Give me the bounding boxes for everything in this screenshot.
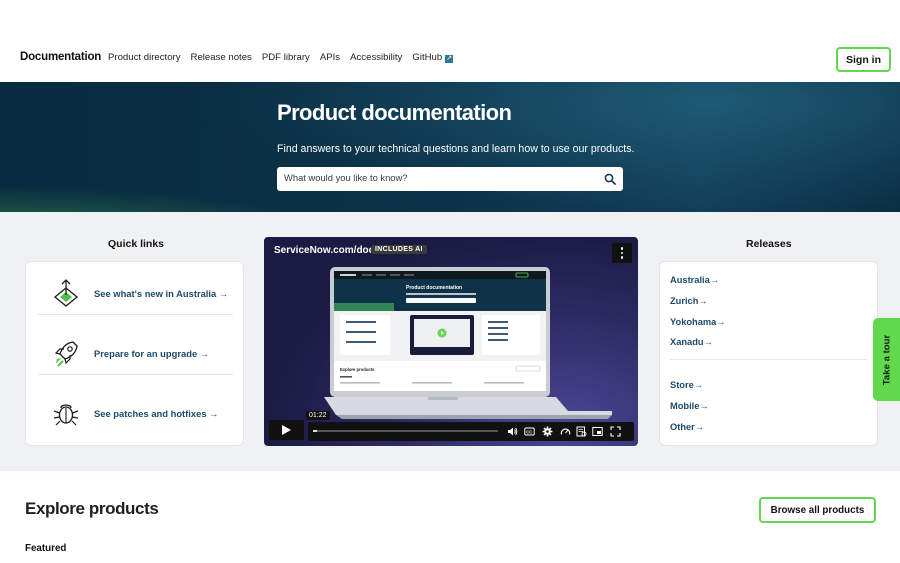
nav-link-github[interactable]: GitHub ↗: [412, 52, 454, 63]
laptop-screen-title: Product documentation: [406, 285, 462, 291]
external-link-icon: ↗: [445, 55, 454, 63]
bug-icon: [53, 404, 79, 426]
featured-heading: Featured: [25, 543, 67, 554]
quick-link-label: Prepare for an upgrade →: [94, 347, 210, 359]
video-progress-fill: [313, 430, 317, 432]
rocket-icon: [54, 341, 78, 367]
kebab-menu-icon[interactable]: [612, 243, 632, 263]
brand-documentation[interactable]: Documentation: [20, 51, 101, 63]
volume-icon[interactable]: [507, 426, 518, 437]
release-diamond-icon: [53, 279, 79, 307]
settings-gear-icon[interactable]: [542, 426, 553, 437]
releases-title: Releases: [746, 238, 792, 250]
release-link-mobile[interactable]: Mobile→: [670, 401, 709, 411]
video-time: 01:22: [306, 411, 330, 420]
quick-link-label: See what's new in Australia →: [94, 287, 229, 299]
nav-link-product-directory[interactable]: Product directory: [108, 52, 181, 63]
quick-links-title: Quick links: [108, 238, 165, 250]
nav-link-accessibility[interactable]: Accessibility: [350, 52, 402, 63]
search-box: [277, 167, 623, 191]
quick-link-label: See patches and hotfixes →: [94, 407, 219, 419]
svg-text:CC: CC: [526, 430, 532, 435]
hero-subtitle: Find answers to your technical questions…: [277, 143, 635, 155]
playback-speed-icon[interactable]: [560, 426, 571, 437]
quick-link-patches[interactable]: See patches and hotfixes →: [26, 384, 243, 442]
page-title: Product documentation: [277, 100, 512, 125]
search-icon[interactable]: [604, 173, 616, 185]
hero-banner: Product documentation Find answers to yo…: [0, 82, 900, 212]
nav-link-pdf-library[interactable]: PDF library: [262, 52, 310, 63]
video-progress-bar[interactable]: [313, 430, 498, 432]
top-navigation: Documentation Product directory Release …: [0, 0, 900, 82]
release-link-xanadu[interactable]: Xanadu→: [670, 337, 713, 347]
nav-link-apis[interactable]: APIs: [320, 52, 340, 63]
fullscreen-icon[interactable]: [610, 426, 621, 437]
transcript-icon[interactable]: [576, 426, 587, 437]
divider: [670, 359, 867, 360]
quick-links-card: See what's new in Australia → Prepare fo…: [25, 261, 244, 446]
divider: [38, 374, 233, 375]
nav-links: Product directory Release notes PDF libr…: [108, 52, 454, 63]
explore-products-heading: Explore products: [25, 499, 159, 518]
video-control-bar: CC: [308, 422, 634, 441]
video-badge: INCLUDES AI: [371, 245, 427, 254]
search-input[interactable]: [284, 172, 584, 183]
release-link-yokohama[interactable]: Yokohama→: [670, 317, 726, 327]
captions-icon[interactable]: CC: [524, 426, 535, 437]
browse-all-products-button[interactable]: Browse all products: [759, 497, 876, 523]
take-a-tour-label: Take a tour: [881, 334, 892, 385]
sign-in-button[interactable]: Sign in: [836, 47, 891, 72]
nav-link-github-label: GitHub: [412, 52, 443, 63]
releases-card: Australia→ Zurich→ Yokohama→ Xanadu→ Sto…: [659, 261, 878, 446]
play-button[interactable]: [269, 420, 304, 440]
laptop-screenshot: Product documentation Explore products: [324, 267, 612, 419]
release-link-australia[interactable]: Australia→: [670, 275, 719, 285]
video-player[interactable]: ServiceNow.com/docs INCLUDES AI Product …: [264, 237, 638, 446]
video-title: ServiceNow.com/docs: [274, 245, 380, 256]
nav-link-release-notes[interactable]: Release notes: [191, 52, 252, 63]
laptop-screen-section: Explore products: [340, 367, 375, 372]
release-link-zurich[interactable]: Zurich→: [670, 296, 708, 306]
picture-in-picture-icon[interactable]: [592, 426, 603, 437]
release-link-other[interactable]: Other→: [670, 422, 704, 432]
release-link-store[interactable]: Store→: [670, 380, 703, 390]
take-a-tour-button[interactable]: Take a tour: [873, 318, 900, 401]
divider: [38, 314, 233, 315]
